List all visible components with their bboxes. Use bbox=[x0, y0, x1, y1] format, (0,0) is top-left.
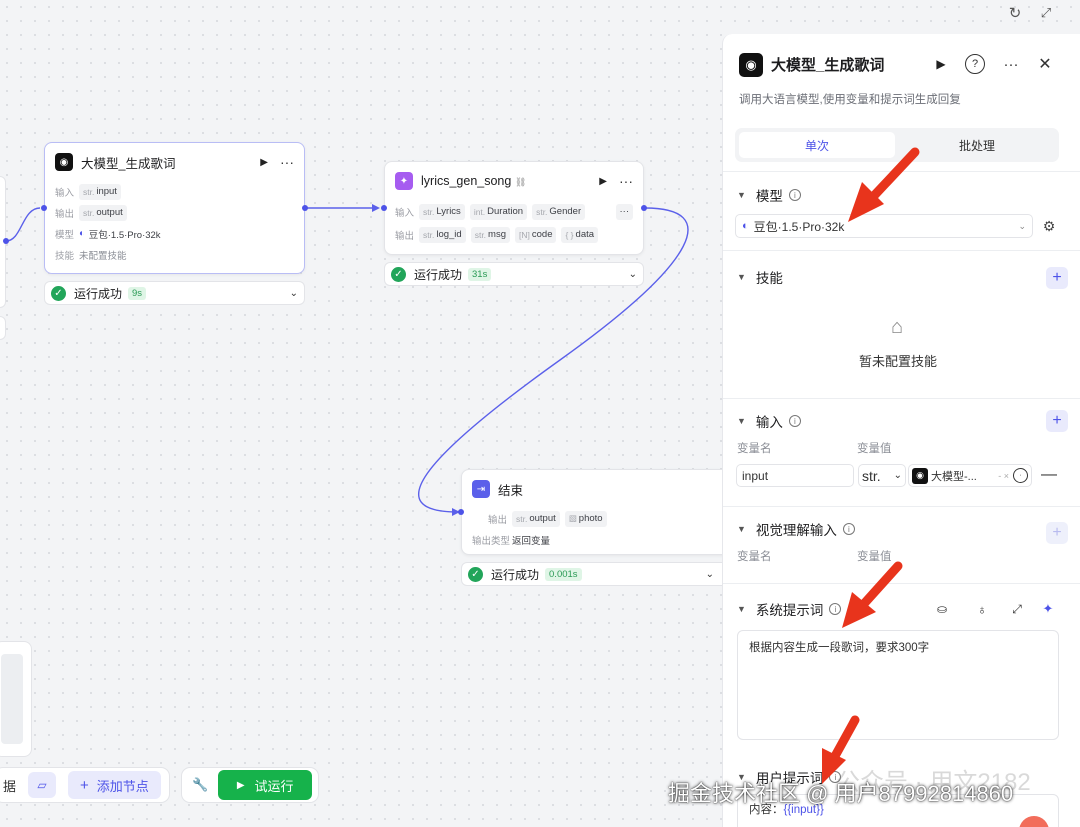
watermark-main: 掘金技术社区 @ 用户8799281486​0 bbox=[668, 781, 1014, 806]
annotation-arrows bbox=[822, 147, 920, 784]
